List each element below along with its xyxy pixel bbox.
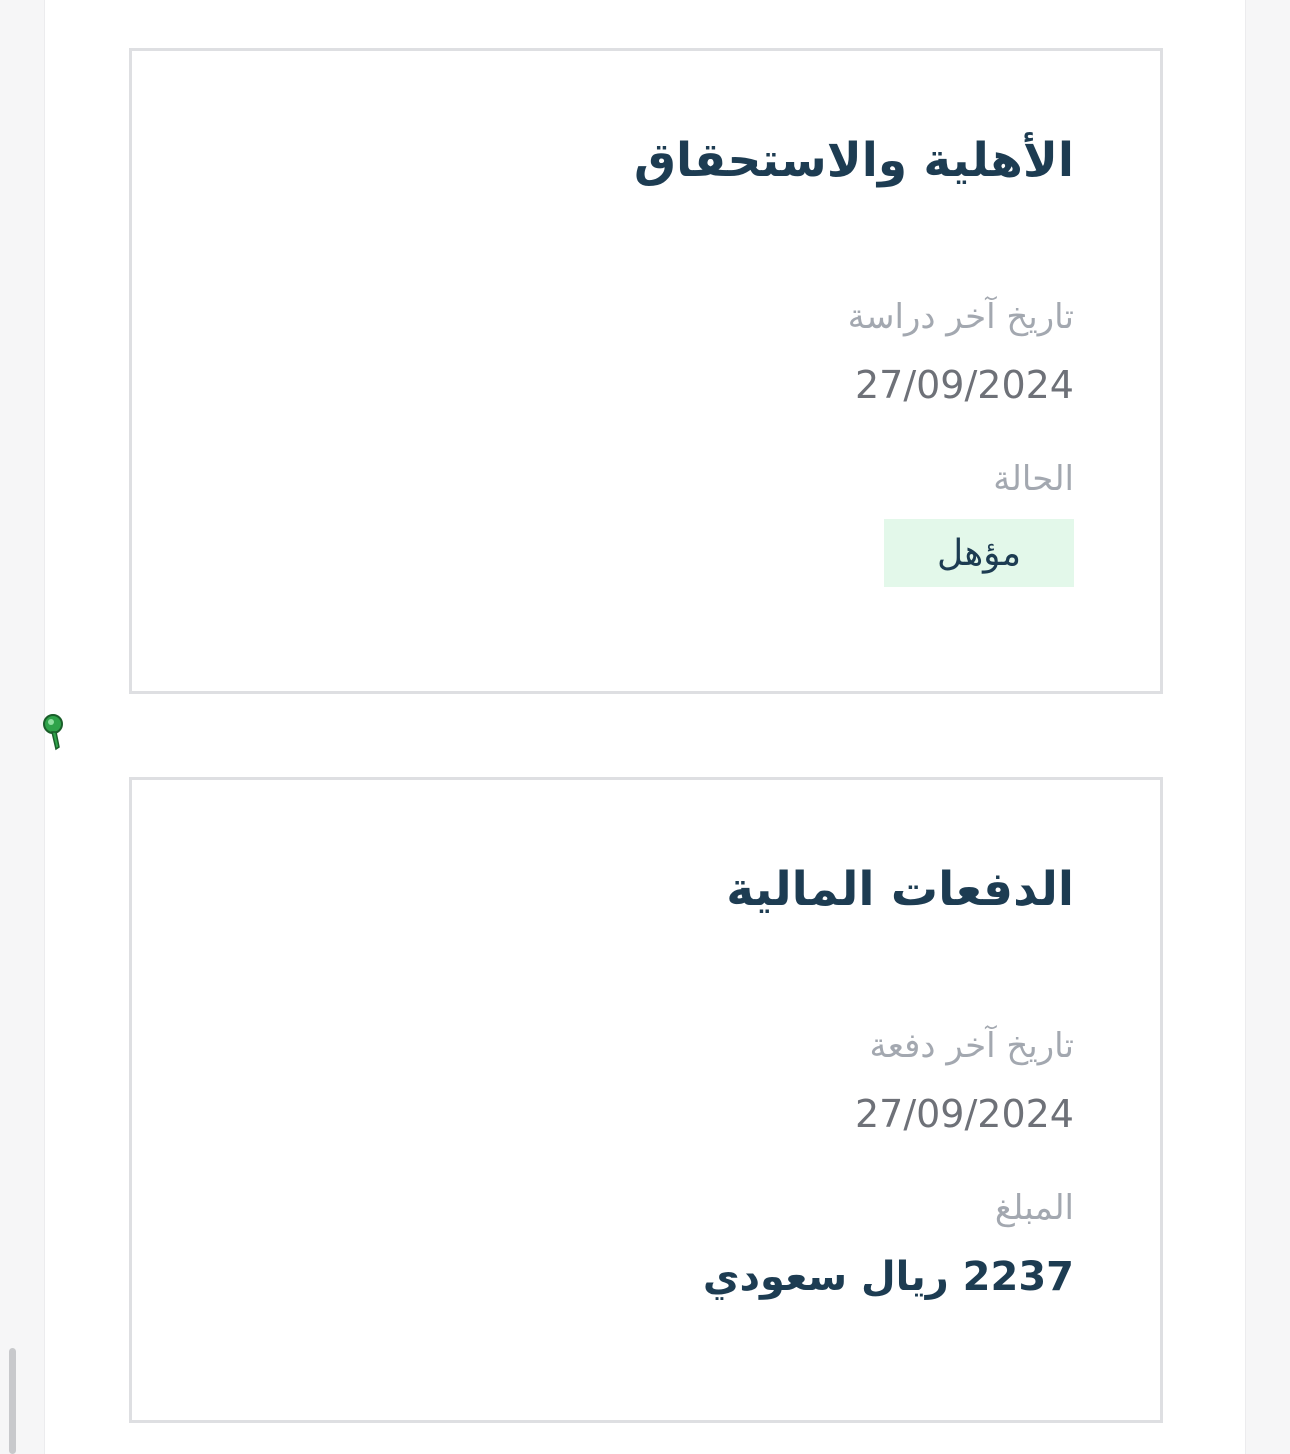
amount-label: المبلغ <box>994 1188 1074 1228</box>
status-label: الحالة <box>993 459 1074 499</box>
last-payment-date: 27/09/2024 <box>854 1092 1074 1136</box>
payments-card-content: الدفعات المالية تاريخ آخر دفعة 27/09/202… <box>218 780 1074 1420</box>
page-container: الأهلية والاستحقاق تاريخ آخر دراسة 27/09… <box>44 0 1246 1454</box>
scrollbar-thumb[interactable] <box>9 1348 16 1454</box>
eligibility-title: الأهلية والاستحقاق <box>633 133 1074 188</box>
status-badge: مؤهل <box>884 519 1074 587</box>
eligibility-card: الأهلية والاستحقاق تاريخ آخر دراسة 27/09… <box>129 48 1163 694</box>
amount-value: 2237 ريال سعودي <box>702 1254 1074 1300</box>
last-payment-label: تاريخ آخر دفعة <box>869 1026 1074 1066</box>
map-pin-icon <box>40 712 70 752</box>
payments-title: الدفعات المالية <box>726 862 1074 917</box>
last-study-date: 27/09/2024 <box>854 363 1074 407</box>
last-study-label: تاريخ آخر دراسة <box>847 297 1074 337</box>
eligibility-card-content: الأهلية والاستحقاق تاريخ آخر دراسة 27/09… <box>218 51 1074 691</box>
payments-card: الدفعات المالية تاريخ آخر دفعة 27/09/202… <box>129 777 1163 1423</box>
